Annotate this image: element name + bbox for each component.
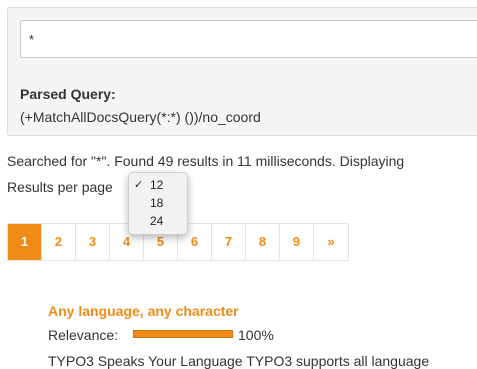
result-description: TYPO3 Speaks Your Language TYPO3 support… [48,353,430,369]
next-page-link[interactable]: » [314,224,348,260]
page-link-8[interactable]: 8 [246,224,280,260]
page-link-3[interactable]: 3 [76,224,110,260]
search-query-input[interactable] [20,20,477,58]
result-title-link[interactable]: Any language, any character [48,303,239,319]
results-per-page-label: Results per page [7,179,113,195]
option-label: 18 [150,196,164,210]
relevance-label: Relevance: [48,327,119,343]
option-label: 12 [150,178,164,192]
page-link-7[interactable]: 7 [212,224,246,260]
page-link-2[interactable]: 2 [42,224,76,260]
dropdown-option-18[interactable]: 18 [129,195,187,212]
parsed-query-label: Parsed Query: [20,86,116,102]
page-link-9[interactable]: 9 [280,224,314,260]
checkmark-icon: ✓ [134,179,144,191]
dropdown-option-12[interactable]: ✓ 12 [129,177,187,194]
relevance-bar [133,330,233,338]
relevance-value: 100% [238,327,274,343]
query-panel: Parsed Query: (+MatchAllDocsQuery(*:*) (… [7,7,477,136]
option-label: 24 [150,214,164,228]
parsed-query-value: (+MatchAllDocsQuery(*:*) ())/no_coord [20,109,261,125]
relevance-bar-fill [134,331,232,337]
results-per-page-dropdown: ✓ 12 18 24 [128,172,188,235]
page-link-1[interactable]: 1 [8,224,42,260]
dropdown-option-24[interactable]: 24 [129,213,187,230]
search-summary: Searched for "*". Found 49 results in 11… [7,153,405,169]
